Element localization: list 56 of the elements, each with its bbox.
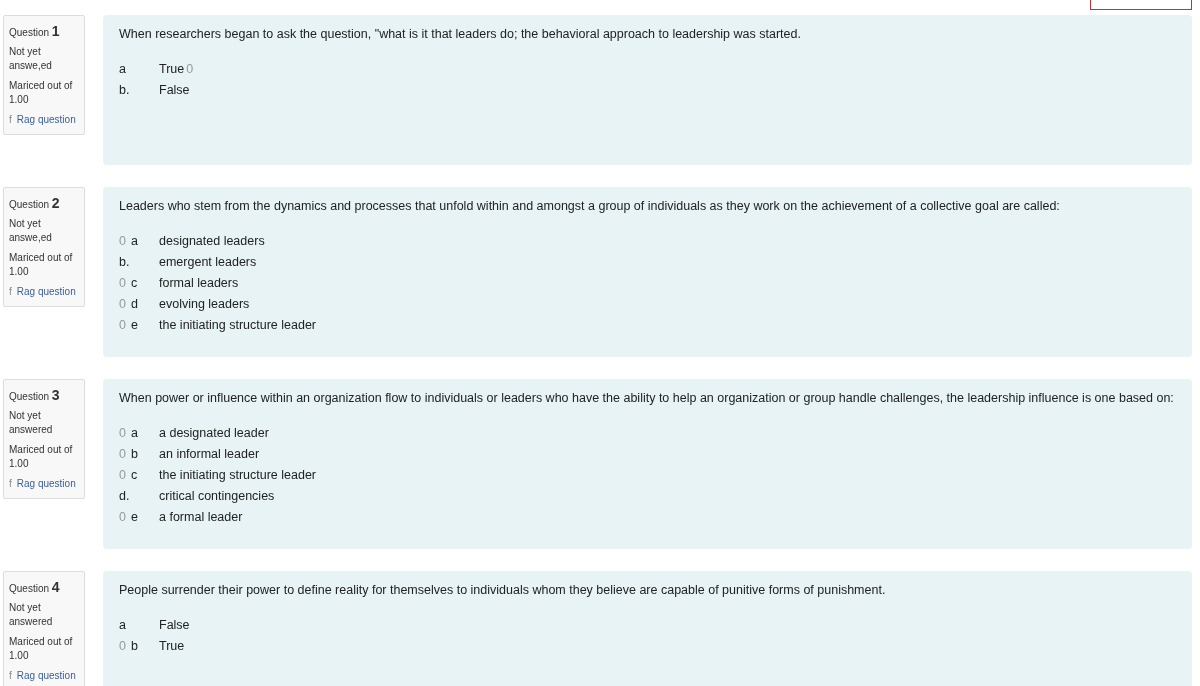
- flag-question-link[interactable]: Rag question: [16, 669, 76, 681]
- option-letter: d.: [119, 489, 131, 503]
- question-label: Question: [9, 27, 50, 38]
- option-text[interactable]: an informal leader: [159, 447, 260, 461]
- question-status: Not yet answe,ed: [9, 44, 53, 73]
- question-text: When researchers began to ask the question, "what is it that leaders do; the behavioral approach to leadership was started.: [119, 27, 802, 41]
- option-letter: b: [131, 447, 139, 461]
- question-label: Question: [9, 391, 50, 402]
- question-number: 3: [51, 387, 60, 403]
- option-text[interactable]: the initiating structure leader: [159, 318, 317, 332]
- option-text[interactable]: True: [159, 62, 185, 76]
- option-text[interactable]: a designated leader: [159, 426, 269, 440]
- question-number: 2: [51, 195, 60, 211]
- question-status: Not yet answered: [9, 600, 54, 629]
- question-text: People surrender their power to define reality for themselves to individuals whom they believe are capable of punitive forms of punishment.: [119, 583, 887, 597]
- option-text[interactable]: designated leaders: [159, 234, 265, 248]
- question-grade: Mariced out of 1.00: [9, 250, 74, 279]
- option-letter: b.: [119, 255, 131, 269]
- option-letter: a: [119, 62, 127, 76]
- question-grade: Mariced out of 1.00: [9, 634, 74, 663]
- option-text[interactable]: formal leaders: [159, 276, 239, 290]
- option-letter: e: [131, 318, 139, 332]
- option-letter: b.: [119, 83, 131, 97]
- option-letter: c: [131, 468, 139, 482]
- flag-icon: f: [9, 285, 12, 297]
- flag-icon: f: [9, 669, 12, 681]
- option-letter: d: [131, 297, 139, 311]
- option-text[interactable]: emergent leaders: [159, 255, 257, 269]
- flag-icon: f: [9, 477, 12, 489]
- question-status: Not yet answered: [9, 408, 54, 437]
- option-letter: e: [131, 510, 139, 524]
- question-label: Question: [9, 583, 50, 594]
- flag-question-link[interactable]: Rag question: [16, 477, 76, 489]
- flag-question-link[interactable]: Rag question: [16, 113, 76, 125]
- option-text[interactable]: evolving leaders: [159, 297, 250, 311]
- question-label: Question: [9, 199, 50, 210]
- question-status: Not yet answe,ed: [9, 216, 53, 245]
- question-grade: Mariced out of 1.00: [9, 78, 74, 107]
- option-text[interactable]: False: [159, 83, 190, 97]
- option-letter: a: [119, 618, 127, 632]
- question-text: Leaders who stem from the dynamics and processes that unfold within and amongst a group of individuals as they work on the achievement of a collective goal are called:: [119, 199, 1061, 213]
- option-letter: a: [131, 234, 139, 248]
- option-text[interactable]: True: [159, 639, 185, 653]
- option-letter: c: [131, 276, 139, 290]
- option-letter: a: [131, 426, 139, 440]
- flag-icon: f: [9, 113, 12, 125]
- option-letter: b: [131, 639, 139, 653]
- question-text: When power or influence within an organization flow to individuals or leaders who have the ability to help an organization or group handle challenges, the leadership influence is one based on:: [119, 391, 1175, 405]
- question-number: 1: [51, 23, 60, 39]
- option-text[interactable]: False: [159, 618, 190, 632]
- option-text[interactable]: critical contingencies: [159, 489, 275, 503]
- option-text[interactable]: a formal leader: [159, 510, 243, 524]
- question-number: 4: [51, 579, 60, 595]
- question-grade: Mariced out of 1.00: [9, 442, 74, 471]
- option-text[interactable]: the initiating structure leader: [159, 468, 317, 482]
- flag-question-link[interactable]: Rag question: [16, 285, 76, 297]
